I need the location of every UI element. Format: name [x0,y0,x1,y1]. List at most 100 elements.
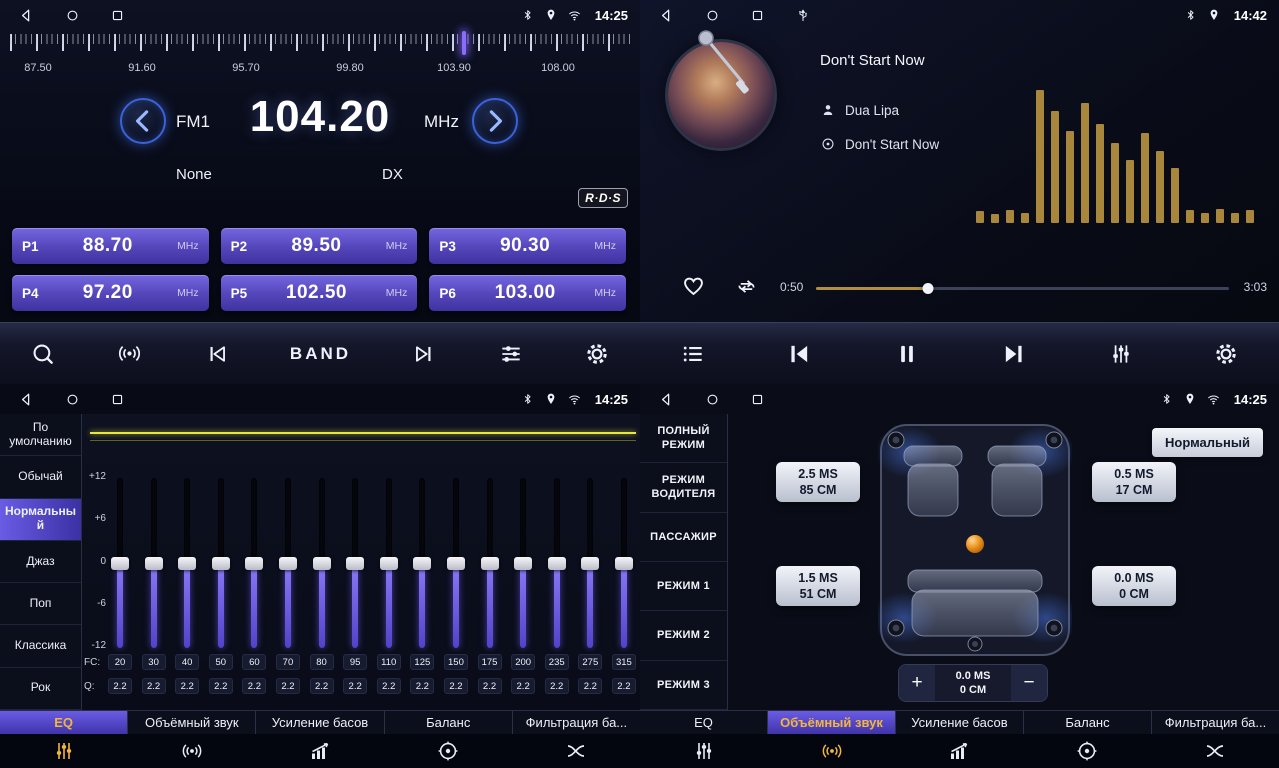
decrease-delay-button[interactable]: − [1011,665,1047,701]
tune-up-button[interactable] [472,98,518,144]
eq-band-slider[interactable] [175,478,199,648]
tab-balance[interactable]: Баланс [1024,711,1152,734]
eq-band-slider[interactable] [478,478,502,648]
surround-preset-button[interactable]: Нормальный [1152,428,1263,457]
eq-slider-handle[interactable] [212,557,230,570]
seek-bar[interactable] [816,282,1229,294]
eq-preset-item[interactable]: Классика [0,625,81,667]
delay-front-right[interactable]: 0.5 MS 17 CM [1092,462,1176,502]
eq-slider-handle[interactable] [111,557,129,570]
eq-band-slider[interactable] [444,478,468,648]
eq-band-slider[interactable] [276,478,300,648]
nav-home-icon[interactable] [705,8,720,23]
eq-band-slider[interactable] [310,478,334,648]
eq-sliders-icon[interactable] [0,734,128,768]
delay-rear-right[interactable]: 0.0 MS 0 CM [1092,566,1176,606]
surround-sound-icon[interactable] [768,734,896,768]
eq-slider-handle[interactable] [548,557,566,570]
tab-eq[interactable]: EQ [640,711,768,734]
filter-icon[interactable] [512,734,640,768]
repeat-icon[interactable] [734,274,759,299]
eq-band-slider[interactable] [108,478,132,648]
next-track-icon[interactable] [1000,340,1028,368]
eq-slider-handle[interactable] [615,557,633,570]
eq-band-slider[interactable] [142,478,166,648]
surround-sound-icon[interactable] [128,734,256,768]
preset-button-3[interactable]: P390.30MHz [429,228,626,264]
eq-band-slider[interactable] [545,478,569,648]
tab-filter[interactable]: Фильтрация ба... [513,711,640,734]
band-button[interactable]: BAND [290,344,351,364]
surround-mode-item[interactable]: ПОЛНЫЙ РЕЖИМ [640,414,727,463]
settings-gear-icon[interactable] [584,341,610,367]
broadcast-icon[interactable] [116,340,143,367]
surround-mode-item[interactable]: РЕЖИМ ВОДИТЕЛЯ [640,463,727,512]
preset-button-6[interactable]: P6103.00MHz [429,275,626,311]
balance-icon[interactable] [384,734,512,768]
surround-mode-item[interactable]: РЕЖИМ 3 [640,661,727,710]
preset-button-5[interactable]: P5102.50MHz [221,275,418,311]
eq-preset-item[interactable]: Поп [0,583,81,625]
eq-slider-handle[interactable] [514,557,532,570]
tab-balance[interactable]: Баланс [385,711,513,734]
seek-knob[interactable] [922,283,933,294]
eq-band-slider[interactable] [410,478,434,648]
eq-slider-handle[interactable] [145,557,163,570]
delay-front-left[interactable]: 2.5 MS 85 CM [776,462,860,502]
pause-icon[interactable] [893,340,921,368]
tab-eq[interactable]: EQ [0,711,128,734]
eq-band-slider[interactable] [209,478,233,648]
tune-down-button[interactable] [120,98,166,144]
eq-band-slider[interactable] [578,478,602,648]
eq-preset-item[interactable]: Джаз [0,541,81,583]
eq-slider-handle[interactable] [279,557,297,570]
eq-slider-handle[interactable] [313,557,331,570]
nav-back-icon[interactable] [658,391,675,408]
frequency-ruler[interactable] [10,34,632,60]
tab-bass-boost[interactable]: Усиление басов [896,711,1024,734]
eq-slider-handle[interactable] [346,557,364,570]
previous-station-icon[interactable] [204,341,230,367]
eq-sliders-icon[interactable] [640,734,768,768]
nav-home-icon[interactable] [705,392,720,407]
favorite-icon[interactable] [680,272,707,299]
tab-surround-sound[interactable]: Объёмный звук [768,711,896,734]
eq-band-slider[interactable] [511,478,535,648]
eq-slider-handle[interactable] [178,557,196,570]
eq-preset-item[interactable]: Нормальный [0,499,81,541]
eq-slider-handle[interactable] [447,557,465,570]
surround-mode-item[interactable]: ПАССАЖИР [640,513,727,562]
surround-mode-item[interactable]: РЕЖИМ 1 [640,562,727,611]
nav-back-icon[interactable] [18,391,35,408]
eq-slider-handle[interactable] [245,557,263,570]
nav-recents-icon[interactable] [750,8,765,23]
eq-band-slider[interactable] [343,478,367,648]
eq-preset-item[interactable]: По умолчанию [0,414,81,456]
eq-preset-item[interactable]: Рок [0,668,81,710]
nav-home-icon[interactable] [65,392,80,407]
tab-bass-boost[interactable]: Усиление басов [256,711,384,734]
preset-button-1[interactable]: P188.70MHz [12,228,209,264]
delay-rear-left[interactable]: 1.5 MS 51 CM [776,566,860,606]
mixer-icon[interactable] [1108,341,1134,367]
bass-boost-icon[interactable] [896,734,1024,768]
eq-slider-handle[interactable] [413,557,431,570]
eq-slider-handle[interactable] [581,557,599,570]
next-station-icon[interactable] [411,341,437,367]
bass-boost-icon[interactable] [256,734,384,768]
tab-filter[interactable]: Фильтрация ба... [1152,711,1279,734]
nav-back-icon[interactable] [18,7,35,24]
nav-home-icon[interactable] [65,8,80,23]
nav-back-icon[interactable] [658,7,675,24]
preset-button-4[interactable]: P497.20MHz [12,275,209,311]
eq-band-slider[interactable] [242,478,266,648]
eq-band-slider[interactable] [612,478,636,648]
preset-button-2[interactable]: P289.50MHz [221,228,418,264]
eq-preset-item[interactable]: Обычай [0,456,81,498]
previous-track-icon[interactable] [785,340,813,368]
filter-icon[interactable] [1151,734,1279,768]
nav-recents-icon[interactable] [110,8,125,23]
balance-icon[interactable] [1023,734,1151,768]
eq-settings-icon[interactable] [498,341,524,367]
nav-recents-icon[interactable] [110,392,125,407]
